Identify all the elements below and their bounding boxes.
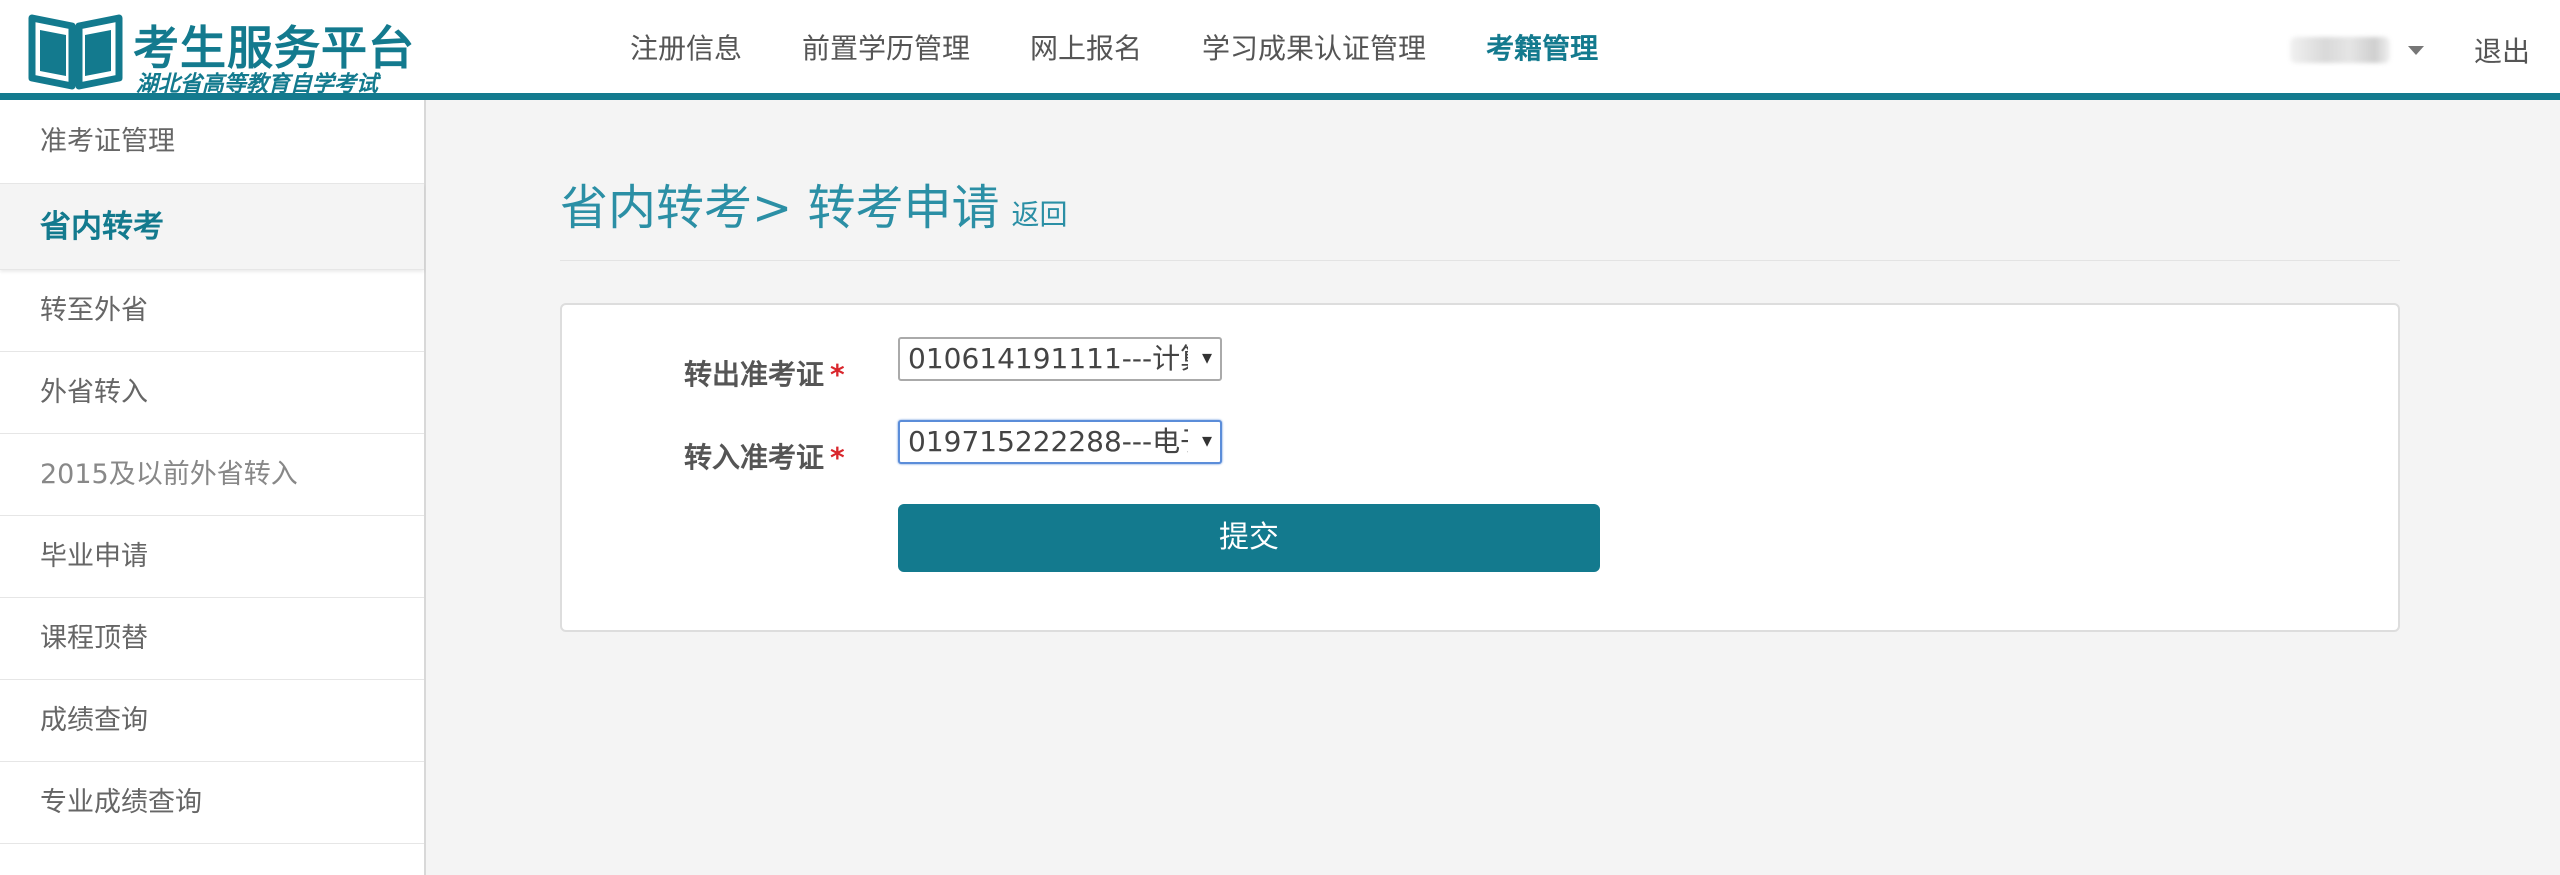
dropdown-arrow-icon: ▾	[1201, 345, 1212, 369]
sidebar-item-graduation[interactable]: 毕业申请	[0, 516, 424, 598]
sidebar-item-major-score-query[interactable]: 专业成绩查询	[0, 762, 424, 844]
nav-item-prior-education[interactable]: 前置学历管理	[802, 27, 970, 67]
dropdown-arrow-icon: ▾	[1201, 428, 1212, 452]
in-ticket-value: 019715222288---电子	[908, 425, 1188, 458]
page-title: 省内转考> 转考申请	[560, 180, 1000, 236]
out-ticket-select[interactable]: 010614191111---计算 ▾	[898, 337, 1222, 381]
logo-subtitle: 湖北省高等教育自学考试	[136, 72, 379, 97]
user-menu[interactable]	[2290, 30, 2424, 70]
nav-item-registration[interactable]: 注册信息	[630, 27, 742, 67]
submit-button[interactable]: 提交	[898, 504, 1600, 572]
top-header: 考生服务平台 湖北省高等教育自学考试 注册信息 前置学历管理 网上报名 学习成果…	[0, 0, 2560, 100]
required-mark: *	[830, 358, 845, 391]
sidebar-item-course-substitution[interactable]: 课程顶替	[0, 598, 424, 680]
main-nav: 注册信息 前置学历管理 网上报名 学习成果认证管理 考籍管理	[630, 0, 1658, 93]
logo[interactable]: 考生服务平台 湖北省高等教育自学考试	[28, 8, 414, 97]
out-ticket-label: 转出准考证 *	[684, 353, 845, 393]
breadcrumb: 省内转考> 转考申请 返回	[560, 168, 1068, 238]
sidebar-item-transfer-in[interactable]: 外省转入	[0, 352, 424, 434]
logout-link[interactable]: 退出	[2474, 30, 2530, 70]
sidebar-item-transfer-out[interactable]: 转至外省	[0, 270, 424, 352]
nav-item-online-signup[interactable]: 网上报名	[1030, 27, 1142, 67]
divider	[560, 260, 2400, 261]
nav-item-learning-credit[interactable]: 学习成果认证管理	[1202, 27, 1426, 67]
in-ticket-label-text: 转入准考证	[684, 441, 825, 474]
back-link[interactable]: 返回	[1011, 198, 1067, 231]
book-icon	[28, 14, 123, 90]
in-ticket-label: 转入准考证 *	[684, 436, 845, 476]
out-ticket-value: 010614191111---计算	[908, 342, 1188, 375]
in-ticket-select[interactable]: 019715222288---电子 ▾	[898, 420, 1222, 464]
nav-item-exam-records[interactable]: 考籍管理	[1486, 27, 1598, 67]
username-redacted	[2290, 37, 2390, 63]
sidebar-item-legacy-transfer-in[interactable]: 2015及以前外省转入	[0, 434, 424, 516]
sidebar-item-score-query[interactable]: 成绩查询	[0, 680, 424, 762]
out-ticket-label-text: 转出准考证	[684, 358, 825, 391]
sidebar: 准考证管理 省内转考 转至外省 外省转入 2015及以前外省转入 毕业申请 课程…	[0, 100, 426, 875]
chevron-down-icon[interactable]	[2408, 45, 2424, 55]
sidebar-item-provincial-transfer[interactable]: 省内转考	[0, 184, 424, 270]
required-mark: *	[830, 441, 845, 474]
transfer-form: 转出准考证 * 010614191111---计算 ▾ 转入准考证 * 019715…	[560, 303, 2400, 632]
sidebar-item-admission-ticket[interactable]: 准考证管理	[0, 100, 424, 184]
